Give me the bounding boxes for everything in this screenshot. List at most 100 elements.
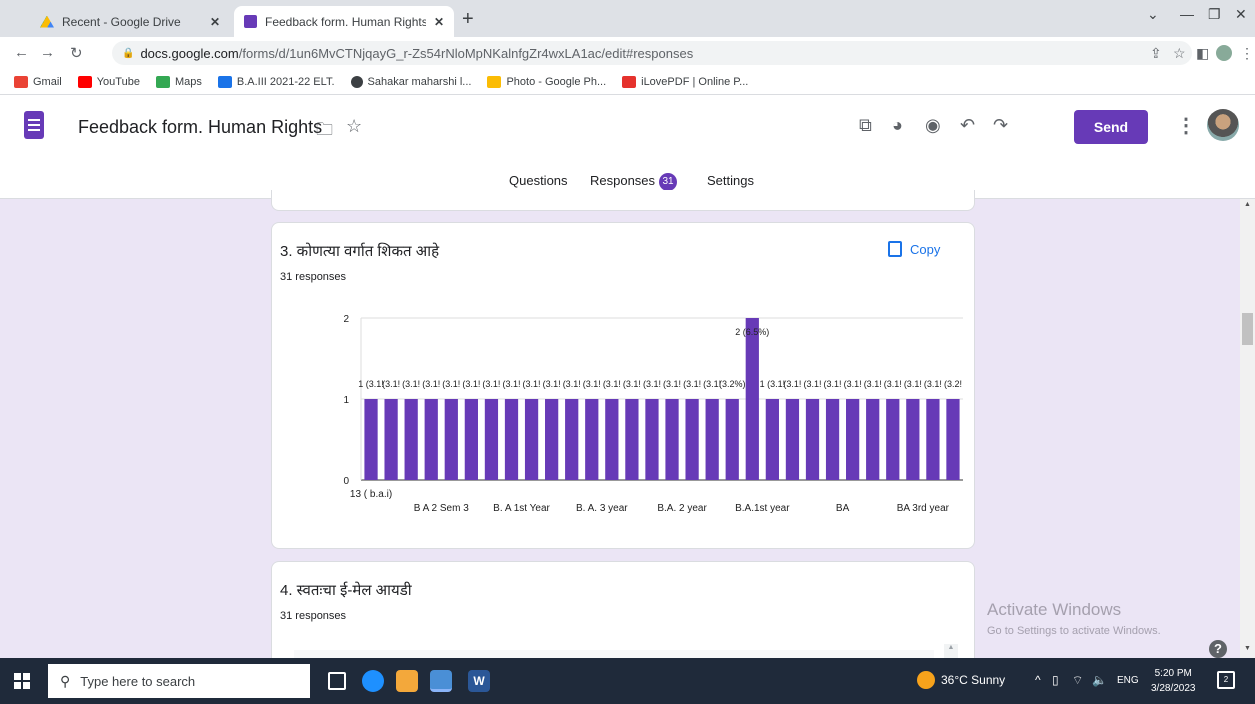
bookmark-maps[interactable]: Maps bbox=[155, 75, 202, 88]
scrollbar-thumb[interactable] bbox=[1242, 313, 1253, 345]
address-bar-row: ← → ↻ 🔒 docs.google.com/forms/d/1un6MvCT… bbox=[0, 37, 1255, 69]
chart-bar bbox=[464, 399, 478, 480]
photos-icon bbox=[487, 75, 502, 88]
bookmark-label: Maps bbox=[174, 75, 202, 88]
network-icon[interactable]: ⌔ bbox=[1072, 673, 1083, 688]
gmail-icon bbox=[14, 75, 28, 88]
x-tick-label: 13 ( b.a.i) bbox=[350, 489, 392, 500]
close-tab-icon[interactable]: ✕ bbox=[210, 15, 220, 29]
bookmark-youtube[interactable]: YouTube bbox=[77, 75, 140, 88]
bookmark-sahakar[interactable]: Sahakar maharshi l... bbox=[350, 75, 471, 88]
tab-responses[interactable]: Responses 31 bbox=[590, 173, 678, 191]
x-tick-label: BA bbox=[836, 503, 850, 514]
bar-value-label: (3.1! bbox=[482, 379, 500, 389]
tab-feedback-form[interactable]: Feedback form. Human Rights - ( ✕ bbox=[234, 6, 454, 37]
x-tick-label: B. A. 3 year bbox=[576, 503, 628, 514]
folder-icon[interactable]: 🗀 bbox=[316, 117, 333, 146]
forward-icon[interactable]: → bbox=[40, 44, 55, 61]
chart-bar bbox=[404, 399, 418, 480]
bar-value-label: (3.1! bbox=[462, 379, 480, 389]
bar-value-label: (3.1! bbox=[382, 379, 400, 389]
question-4-card: 4. स्वतःचा ई-मेल आयडी 31 responses ▲ bbox=[271, 561, 975, 672]
windows-taskbar: ⚲ Type here to search W 36°C Sunny ^ ▯ ⌔… bbox=[0, 658, 1255, 704]
maps-icon bbox=[155, 75, 170, 88]
bar-value-label: (3.2! bbox=[944, 379, 962, 389]
page-scrollbar[interactable]: ▲ ▼ bbox=[1240, 199, 1255, 658]
google-forms-icon[interactable] bbox=[24, 111, 44, 139]
search-icon: ⚲ bbox=[60, 672, 71, 689]
new-tab-icon[interactable]: + bbox=[462, 8, 474, 31]
avatar[interactable] bbox=[1207, 109, 1239, 141]
notifications-icon[interactable]: 2 bbox=[1217, 671, 1235, 689]
chart-bar bbox=[785, 399, 800, 480]
bar-value-label: 2 (6.5%) bbox=[735, 327, 769, 337]
scroll-up-icon[interactable]: ▲ bbox=[1244, 201, 1251, 208]
bar-value-label: 1 (3.1! bbox=[760, 379, 786, 389]
window-close-icon[interactable]: ✕ bbox=[1235, 6, 1247, 23]
tab-title: Recent - Google Drive bbox=[62, 14, 181, 29]
close-tab-icon[interactable]: ✕ bbox=[434, 15, 444, 29]
edge-icon[interactable] bbox=[362, 670, 384, 692]
tab-responses-label: Responses bbox=[590, 173, 656, 188]
tab-search-icon[interactable]: ⌄ bbox=[1147, 6, 1159, 23]
back-icon[interactable]: ← bbox=[14, 44, 29, 61]
chart-bar bbox=[745, 318, 759, 480]
preview-eye-icon[interactable]: ◉ bbox=[925, 115, 941, 136]
bookmark-photos[interactable]: Photo - Google Ph... bbox=[487, 75, 607, 88]
url-field[interactable]: 🔒 docs.google.com/forms/d/1un6MvCTNjqayG… bbox=[112, 41, 1192, 65]
tab-google-drive[interactable]: Recent - Google Drive ✕ bbox=[30, 6, 230, 37]
form-title[interactable]: Feedback form. Human Rights bbox=[78, 117, 322, 138]
bookmark-ilovepdf[interactable]: iLovePDF | Online P... bbox=[622, 75, 748, 88]
bookmark-label: Photo - Google Ph... bbox=[506, 75, 607, 88]
bar-value-label: (3.1! bbox=[543, 379, 561, 389]
language-indicator[interactable]: ENG bbox=[1117, 675, 1139, 686]
addon-icon[interactable]: ⧉ bbox=[859, 115, 872, 136]
bookmarks-bar: Gmail YouTube Maps B.A.III 2021-22 ELT. … bbox=[0, 69, 1255, 95]
browser-menu-icon[interactable]: ⋮ bbox=[1240, 45, 1254, 62]
star-icon[interactable]: ☆ bbox=[346, 116, 362, 137]
forms-icon bbox=[244, 15, 257, 28]
device-icon[interactable]: ▯ bbox=[1052, 673, 1059, 687]
bar-value-label: (3.1! bbox=[402, 379, 420, 389]
profile-icon[interactable] bbox=[1216, 45, 1232, 61]
x-tick-label: B.A.1st year bbox=[735, 503, 790, 514]
chart-bar bbox=[524, 399, 539, 480]
x-tick-label: BA 3rd year bbox=[897, 503, 950, 514]
chart-bar bbox=[444, 399, 458, 480]
minimize-icon[interactable]: — bbox=[1180, 6, 1194, 22]
tray-chevron-icon[interactable]: ^ bbox=[1035, 673, 1041, 687]
taskbar-search-input[interactable]: ⚲ Type here to search bbox=[48, 664, 310, 698]
undo-icon[interactable]: ↶ bbox=[960, 115, 975, 136]
taskbar-clock[interactable]: 5:20 PM 3/28/2023 bbox=[1151, 666, 1196, 696]
volume-icon[interactable]: 🔈 bbox=[1092, 673, 1107, 687]
chart-bar bbox=[805, 399, 820, 480]
more-options-icon[interactable]: ⋮ bbox=[1176, 113, 1196, 138]
reload-icon[interactable]: ↻ bbox=[70, 44, 83, 62]
bar-value-label: (3.1! bbox=[502, 379, 520, 389]
palette-icon[interactable]: ◕ bbox=[892, 115, 903, 136]
bar-value-label: (3.1! bbox=[523, 379, 541, 389]
redo-icon[interactable]: ↷ bbox=[993, 115, 1008, 136]
chrome-icon[interactable] bbox=[430, 670, 452, 692]
send-button[interactable]: Send bbox=[1074, 110, 1148, 144]
help-icon[interactable]: ? bbox=[1209, 640, 1227, 658]
chart-bar bbox=[645, 399, 659, 480]
word-icon[interactable]: W bbox=[468, 670, 490, 692]
bookmark-ba[interactable]: B.A.III 2021-22 ELT. bbox=[217, 75, 335, 88]
bookmark-star-icon[interactable]: ☆ bbox=[1173, 45, 1186, 62]
share-icon[interactable]: ⇪ bbox=[1150, 45, 1162, 62]
store-icon[interactable] bbox=[396, 670, 418, 692]
weather-text[interactable]: 36°C Sunny bbox=[941, 673, 1005, 687]
side-panel-icon[interactable]: ◧ bbox=[1196, 45, 1209, 62]
tab-questions[interactable]: Questions bbox=[509, 173, 568, 188]
task-view-icon[interactable] bbox=[328, 672, 346, 690]
x-tick-label: B. A 1st Year bbox=[493, 503, 550, 514]
bookmark-gmail[interactable]: Gmail bbox=[14, 75, 62, 88]
tab-title: Feedback form. Human Rights - ( bbox=[265, 14, 426, 29]
weather-sun-icon[interactable] bbox=[917, 671, 935, 689]
bar-value-label: (3.2%) bbox=[719, 379, 746, 389]
scroll-down-icon[interactable]: ▼ bbox=[1244, 645, 1251, 652]
tab-settings[interactable]: Settings bbox=[707, 173, 754, 188]
restore-icon[interactable]: ❐ bbox=[1208, 6, 1221, 23]
windows-start-icon[interactable] bbox=[14, 673, 30, 689]
